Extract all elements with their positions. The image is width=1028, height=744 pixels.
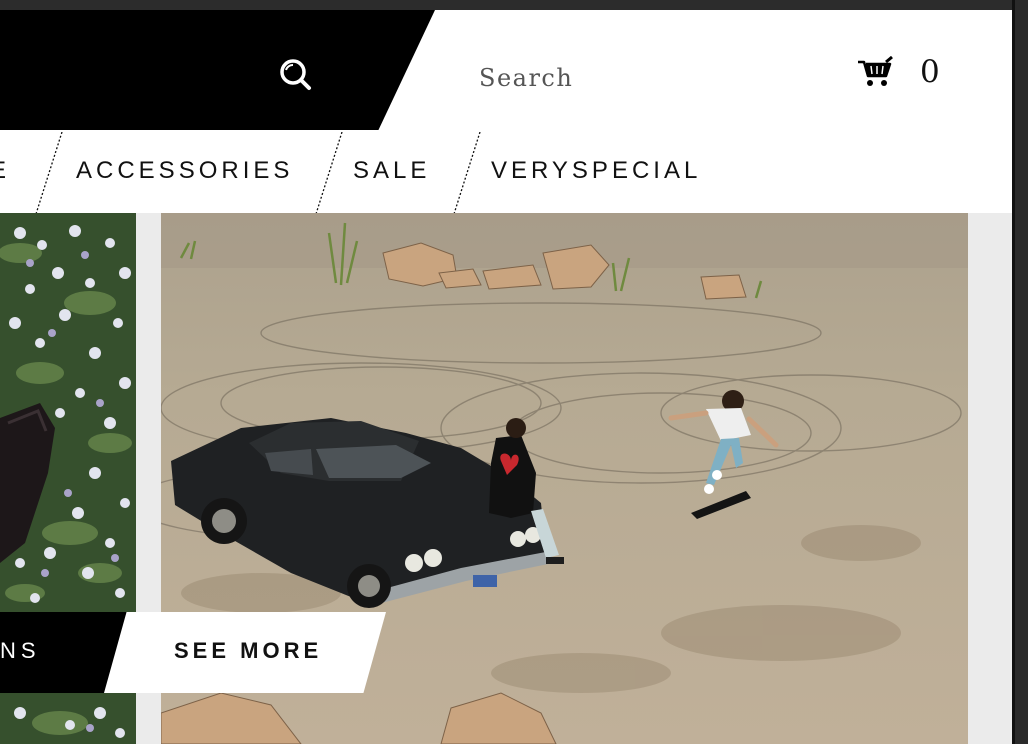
page-frame: Search 0 E ACCESSORIES SALE VERYSPECIAL	[0, 10, 1012, 744]
search-input[interactable]: Search	[479, 64, 573, 92]
collection-cta-label: NS	[0, 638, 41, 663]
nav-item-sale[interactable]: SALE	[353, 157, 430, 185]
shopping-cart-icon[interactable]	[856, 55, 894, 88]
window-edge	[1012, 0, 1028, 744]
see-more-button[interactable]: SEE MORE	[104, 612, 386, 693]
window-border	[1012, 0, 1015, 744]
nav-separator	[35, 132, 63, 214]
nav-item-accessories[interactable]: ACCESSORIES	[76, 157, 293, 185]
see-more-label: SEE MORE	[174, 638, 323, 663]
nav-separator	[453, 132, 481, 214]
nav-item-partial[interactable]: E	[0, 157, 10, 185]
nav-item-veryspecial[interactable]: VERYSPECIAL	[491, 157, 701, 185]
header-black-band	[0, 10, 435, 130]
hero-content: NS SEE MORE	[0, 213, 1012, 744]
site-header: Search 0	[0, 10, 1012, 130]
search-icon[interactable]	[276, 56, 314, 94]
nav-separator	[315, 132, 343, 214]
main-nav: E ACCESSORIES SALE VERYSPECIAL	[0, 130, 1012, 214]
cart-count: 0	[920, 54, 940, 90]
